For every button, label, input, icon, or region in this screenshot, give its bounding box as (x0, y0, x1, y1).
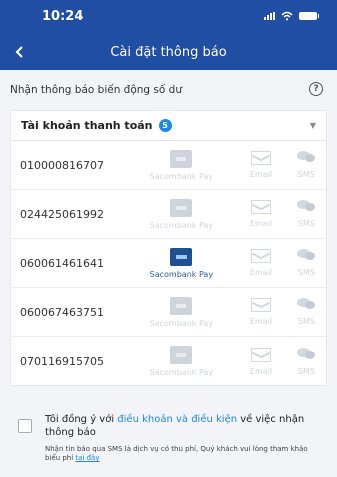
email-toggle[interactable]: Email (235, 249, 286, 277)
sacombank-pay-label: Sacombank Pay (149, 269, 214, 279)
battery-icon (299, 12, 319, 20)
sms-toggle[interactable]: SMS (287, 347, 326, 376)
sacombank-pay-icon (170, 247, 193, 266)
sms-toggle[interactable]: SMS (287, 249, 326, 277)
terms-text: Tôi đồng ý với điều khoản và điều kiện v… (45, 413, 315, 439)
terms-agreement: Tôi đồng ý với điều khoản và điều kiện v… (45, 413, 315, 463)
sms-label: SMS (297, 170, 315, 179)
sacombank-pay-label: Sacombank Pay (149, 171, 214, 181)
email-toggle[interactable]: Email (235, 151, 286, 179)
status-bar: 10:24 (0, 0, 337, 32)
account-row: 024425061992 Sacombank Pay Email SMS (11, 190, 326, 239)
sacombank-pay-toggle[interactable]: Sacombank Pay (127, 247, 235, 279)
terms-prefix: Tôi đồng ý với (45, 414, 118, 425)
status-time: 10:24 (42, 8, 84, 24)
sms-icon (297, 249, 316, 263)
sms-label: SMS (297, 219, 315, 228)
email-label: Email (249, 219, 273, 228)
account-type-dropdown[interactable]: Tài khoản thanh toán 5 ▼ (11, 111, 326, 141)
account-number: 060067463751 (20, 305, 104, 319)
sms-label: SMS (297, 366, 315, 376)
navigation-bar: Cài đặt thông báo (0, 38, 337, 66)
sacombank-pay-toggle[interactable]: Sacombank Pay (127, 198, 235, 230)
email-label: Email (249, 366, 273, 376)
chevron-left-icon (15, 46, 23, 58)
account-row: 070116915705 Sacombank Pay Email SMS (11, 337, 326, 386)
sms-icon (297, 298, 316, 312)
sacombank-pay-icon (170, 346, 193, 364)
signal-icon (264, 12, 275, 20)
sacombank-pay-icon (170, 149, 193, 168)
account-row: 060061461641 Sacombank Pay Email SMS (11, 239, 326, 288)
wifi-icon (281, 11, 293, 21)
help-icon[interactable]: ? (309, 82, 323, 96)
sacombank-pay-icon (170, 296, 193, 315)
email-label: Email (249, 268, 273, 277)
fee-schedule-link[interactable]: tại đây (75, 454, 99, 462)
sms-toggle[interactable]: SMS (287, 298, 326, 326)
back-button[interactable] (0, 38, 40, 66)
sms-toggle[interactable]: SMS (287, 200, 326, 228)
account-row: 010000816707 Sacombank Pay Email SMS (11, 141, 326, 190)
sms-icon (297, 200, 316, 214)
sms-icon (297, 347, 316, 362)
status-icons (264, 11, 319, 21)
email-toggle[interactable]: Email (235, 298, 286, 326)
account-count-badge: 5 (158, 119, 172, 132)
account-number: 010000816707 (20, 158, 104, 172)
account-number: 070116915705 (20, 355, 104, 368)
email-icon (251, 249, 272, 263)
sacombank-pay-icon (170, 198, 193, 217)
email-label: Email (249, 317, 273, 326)
account-row: 060067463751 Sacombank Pay Email SMS (11, 288, 326, 337)
sacombank-pay-label: Sacombank Pay (149, 368, 214, 377)
account-notification-panel: Tài khoản thanh toán 5 ▼ 010000816707 Sa… (10, 110, 327, 386)
sms-fee-note: Nhận tin báo qua SMS là dịch vụ có thu p… (45, 445, 315, 463)
sms-icon (297, 151, 316, 165)
page-title: Cài đặt thông báo (110, 44, 227, 60)
email-toggle[interactable]: Email (235, 200, 286, 228)
email-toggle[interactable]: Email (235, 347, 286, 376)
email-label: Email (249, 170, 273, 179)
sacombank-pay-label: Sacombank Pay (149, 220, 214, 230)
sms-toggle[interactable]: SMS (287, 151, 326, 179)
sms-label: SMS (297, 317, 315, 326)
terms-checkbox[interactable] (18, 419, 32, 433)
account-type-title: Tài khoản thanh toán (21, 119, 153, 132)
balance-notification-title: Nhận thông báo biến động số dư (10, 84, 182, 96)
account-number: 024425061992 (20, 207, 104, 221)
sacombank-pay-toggle[interactable]: Sacombank Pay (127, 346, 235, 377)
email-icon (251, 200, 272, 214)
account-number: 060061461641 (20, 256, 104, 270)
email-icon (251, 347, 272, 362)
email-icon (251, 151, 272, 165)
email-icon (251, 298, 272, 312)
sacombank-pay-toggle[interactable]: Sacombank Pay (127, 149, 235, 181)
sms-label: SMS (297, 268, 315, 277)
account-type-title-group: Tài khoản thanh toán 5 (21, 119, 172, 132)
chevron-down-icon: ▼ (309, 121, 316, 130)
terms-link[interactable]: điều khoản và điều kiện (117, 414, 237, 425)
sacombank-pay-toggle[interactable]: Sacombank Pay (127, 296, 235, 328)
sacombank-pay-label: Sacombank Pay (149, 318, 214, 328)
app-header: 10:24 Cài đặt thông báo (0, 0, 337, 70)
